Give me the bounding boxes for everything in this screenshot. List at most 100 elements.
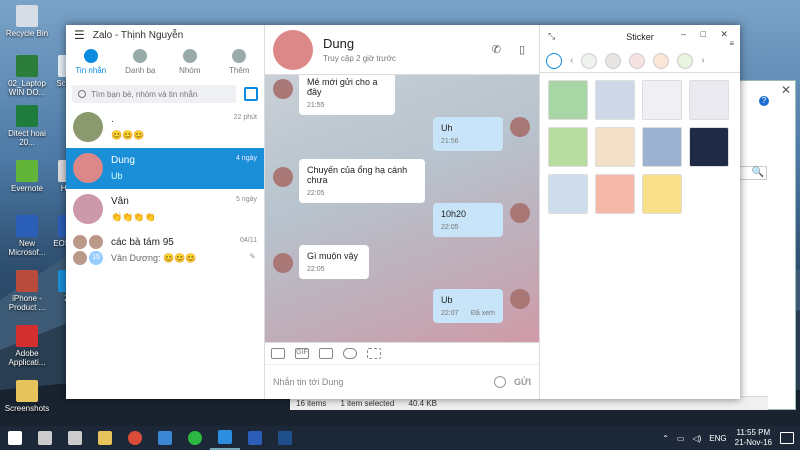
incoming-message[interactable]: Mẻ mới gửi cho a đây 21:55	[299, 75, 395, 115]
collapse-icon[interactable]: ⤡	[548, 31, 555, 42]
compose-icon[interactable]	[244, 87, 258, 101]
message-composer: Nhắn tin tới Dung GỬI	[265, 364, 539, 399]
member-avatar	[73, 235, 87, 249]
conversation-avatar	[73, 194, 103, 224]
desktop-icon[interactable]: Recycle Bin	[2, 5, 52, 38]
desktop-icon[interactable]: Screenshots	[2, 380, 52, 413]
taskbar-search-icon[interactable]	[30, 426, 60, 450]
sticker-pack-tab[interactable]	[629, 52, 646, 69]
desktop-icon[interactable]: Ditect hoai 20...	[2, 105, 52, 147]
status-item-count: 16 items	[296, 399, 327, 408]
message-text: 10h20	[441, 209, 467, 219]
desktop-app-icon	[16, 105, 38, 127]
close-icon[interactable]: ✕	[781, 83, 791, 97]
window-controls[interactable]: – □ ✕	[681, 29, 734, 40]
sticker-pack-tab[interactable]	[581, 52, 598, 69]
contact-avatar[interactable]	[273, 29, 313, 70]
send-button[interactable]: GỬI	[514, 377, 531, 387]
sticker[interactable]	[595, 174, 635, 214]
sticker[interactable]	[548, 174, 588, 214]
outgoing-message[interactable]: 10h20 22:05	[433, 203, 503, 237]
desktop-app-icon	[16, 5, 38, 27]
conversation-time: 5 ngày	[235, 196, 257, 203]
desktop-app-icon	[16, 380, 38, 402]
gif-icon[interactable]: GIF	[295, 348, 309, 359]
language-indicator[interactable]: ENG	[709, 434, 726, 443]
conversation-preview: Ub	[111, 171, 123, 181]
word-glyph	[248, 431, 262, 445]
nav-tab[interactable]: Danh bạ	[116, 45, 166, 81]
taskbar-word-icon[interactable]	[240, 426, 270, 450]
conversation-item[interactable]: 15 các bà tám 95 Vân Dương: 😊😊😊 04/11 ✎	[66, 230, 264, 271]
nav-tab-icon	[182, 49, 197, 63]
clock[interactable]: 11:55 PM 21-Nov-16	[735, 428, 772, 448]
notification-icon[interactable]	[780, 432, 794, 444]
taskbar-line-icon[interactable]	[180, 426, 210, 450]
network-icon[interactable]: ▭	[677, 434, 685, 443]
sticker-pack-tab[interactable]	[605, 52, 622, 69]
chevron-up-icon[interactable]: ⌃	[662, 434, 669, 443]
taskbar-store-icon[interactable]	[150, 426, 180, 450]
main-nav: Tin nhắn Danh bạ Nhóm Thêm	[66, 45, 264, 81]
conversation-item[interactable]: Vân 👏👏👏👏 5 ngày	[66, 189, 264, 230]
taskbar-photoshop-icon[interactable]	[270, 426, 300, 450]
search-input[interactable]: Tìm bạn bè, nhóm và tin nhắn	[72, 85, 236, 103]
sticker[interactable]	[689, 80, 729, 120]
emoji-icon[interactable]	[494, 376, 507, 388]
image-icon[interactable]	[319, 348, 333, 359]
sticker-icon[interactable]	[271, 348, 285, 359]
sticker[interactable]	[642, 80, 682, 120]
help-icon[interactable]: ?	[759, 96, 769, 106]
search-icon	[78, 90, 86, 98]
menu-icon[interactable]: ☰	[74, 28, 85, 42]
nav-tab[interactable]: Thêm	[215, 45, 265, 81]
sidebar-toggle-icon[interactable]: ▯	[519, 43, 525, 56]
phone-icon[interactable]: ✆	[492, 43, 501, 56]
sticker[interactable]	[548, 127, 588, 167]
status-selected: 1 item selected	[340, 399, 395, 408]
nav-tab[interactable]: Nhóm	[165, 45, 215, 81]
taskbar-file-explorer-icon[interactable]	[90, 426, 120, 450]
nav-tab[interactable]: Tin nhắn	[66, 45, 116, 81]
taskbar-chrome-icon[interactable]	[120, 426, 150, 450]
window-title: Zalo - Thịnh Nguyễn	[92, 29, 184, 41]
recent-stickers-icon[interactable]	[546, 52, 562, 69]
screenshot-icon[interactable]	[367, 348, 381, 359]
sticker[interactable]	[642, 174, 682, 214]
outgoing-message[interactable]: Uh 21:56	[433, 117, 503, 151]
message-text: Uh	[441, 123, 453, 133]
conversation-time: 22 phút	[233, 114, 257, 121]
more-icon[interactable]: ≡	[729, 39, 734, 48]
message-time: 22:05	[307, 190, 325, 197]
conversation-body: các bà tám 95 Vân Dương: 😊😊😊	[111, 235, 197, 264]
outgoing-message[interactable]: Ub 22:07 Đã xem	[433, 289, 503, 323]
attach-icon[interactable]	[343, 348, 357, 359]
sticker[interactable]	[595, 127, 635, 167]
chevron-left-icon[interactable]: ‹	[570, 55, 573, 66]
conversation-list: . 😊😊😊 22 phút Dung Ub 4 ngày Vân 👏👏👏👏 5 ngày 15 cá…	[66, 107, 264, 271]
chrome-glyph	[128, 431, 142, 445]
conversation-item[interactable]: . 😊😊😊 22 phút	[66, 107, 264, 148]
chevron-right-icon[interactable]: ›	[701, 55, 704, 66]
nav-tab-label: Nhóm	[179, 66, 201, 75]
sticker[interactable]	[642, 127, 682, 167]
conversation-item[interactable]: Dung Ub 4 ngày	[66, 148, 264, 189]
message-input[interactable]: Nhắn tin tới Dung	[273, 377, 494, 387]
sticker-pack-tab[interactable]	[653, 52, 670, 69]
desktop-icon-label: Screenshots	[4, 404, 50, 413]
conversation-body: Dung Ub	[111, 153, 135, 181]
sticker[interactable]	[689, 127, 729, 167]
taskbar-zalo-icon[interactable]	[210, 426, 240, 450]
taskbar-task-view-icon[interactable]	[60, 426, 90, 450]
clock-date: 21-Nov-16	[734, 438, 772, 447]
volume-icon[interactable]: ◁)	[692, 434, 701, 443]
desktop-icon[interactable]: Adobe Applicati...	[2, 325, 52, 367]
incoming-message[interactable]: Gì muộn vậy 22:05	[299, 245, 369, 279]
explorer-search-input[interactable]: 🔍	[739, 166, 767, 180]
taskbar-windows-icon[interactable]	[0, 426, 30, 450]
sticker[interactable]	[595, 80, 635, 120]
sticker[interactable]	[548, 80, 588, 120]
sticker-pack-tab[interactable]	[677, 52, 694, 69]
zalo-glyph	[218, 430, 232, 444]
incoming-message[interactable]: Chuyến của ổng hạ cánh chưa 22:05	[299, 159, 425, 203]
